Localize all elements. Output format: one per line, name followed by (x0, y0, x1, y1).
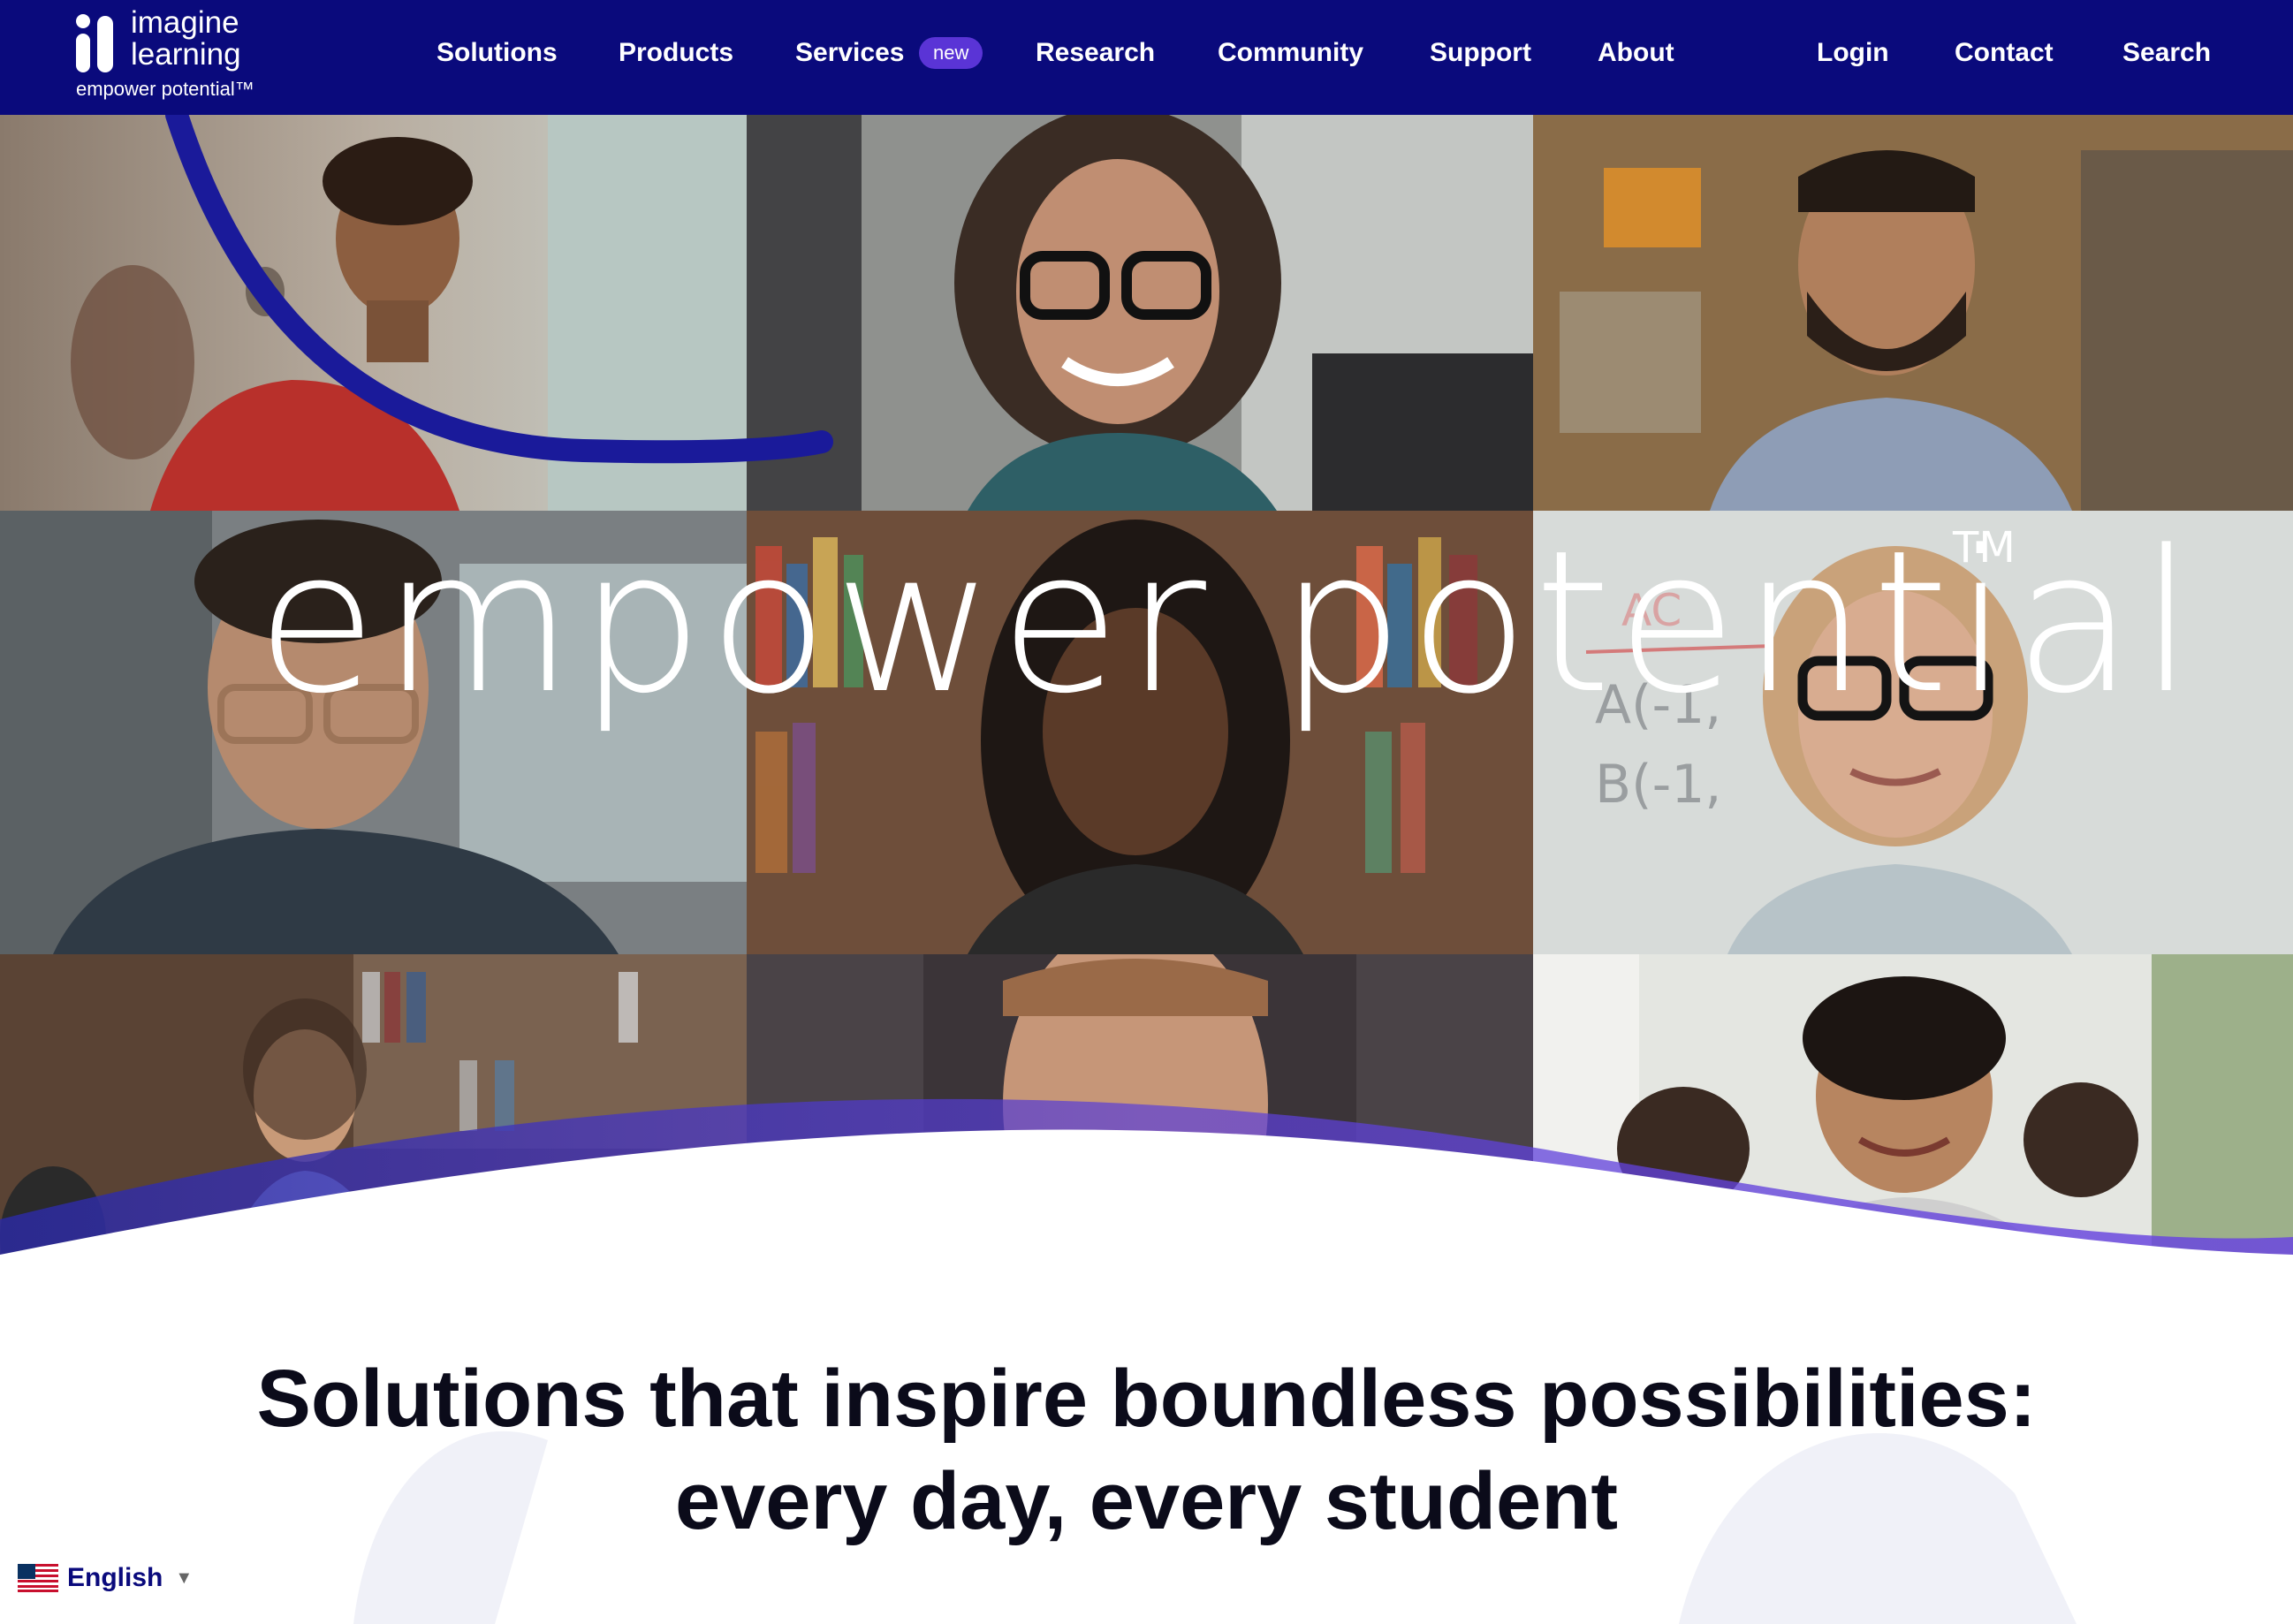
logo-word-imagine: imagine (131, 5, 239, 40)
hero-wave-divider (0, 1098, 2293, 1299)
hero-photo-collage: A(-1, B(-1, AC empower potential TM (0, 115, 2293, 1299)
svg-text:B(-1,: B(-1, (1595, 754, 1721, 816)
photo-bearded-man (1533, 115, 2293, 511)
nav-community[interactable]: Community (1218, 34, 1363, 72)
language-label: English (67, 1563, 163, 1592)
imagine-learning-logo[interactable]: imagine learning empower potential™ (74, 5, 269, 104)
nav-solutions[interactable]: Solutions (437, 34, 558, 72)
language-selector[interactable]: English ▼ (18, 1559, 193, 1597)
caret-down-icon: ▼ (175, 1567, 194, 1588)
logo-word-learning: learning (131, 37, 241, 72)
nav-about[interactable]: About (1598, 34, 1674, 72)
headline-line-2: every day, every student (674, 1456, 1619, 1546)
new-badge: new (919, 37, 983, 69)
nav-login[interactable]: Login (1817, 34, 1889, 72)
hero-tagline: empower potential (256, 509, 2200, 737)
nav-services[interactable]: Services (795, 34, 904, 72)
trademark-mark: TM (1953, 523, 2016, 573)
nav-contact[interactable]: Contact (1955, 34, 2054, 72)
logo-mark-icon (76, 14, 113, 72)
headline-line-1: Solutions that inspire boundless possibi… (256, 1354, 2037, 1444)
nav-research[interactable]: Research (1036, 34, 1155, 72)
logo-tagline: empower potential™ (76, 78, 254, 100)
nav-products[interactable]: Products (619, 34, 733, 72)
nav-search[interactable]: Search (2122, 34, 2211, 72)
us-flag-icon (18, 1564, 58, 1592)
top-navigation-bar: imagine learning empower potential™ Solu… (0, 0, 2293, 115)
swoosh-arc-graphic (165, 115, 833, 464)
nav-support[interactable]: Support (1430, 34, 1531, 72)
